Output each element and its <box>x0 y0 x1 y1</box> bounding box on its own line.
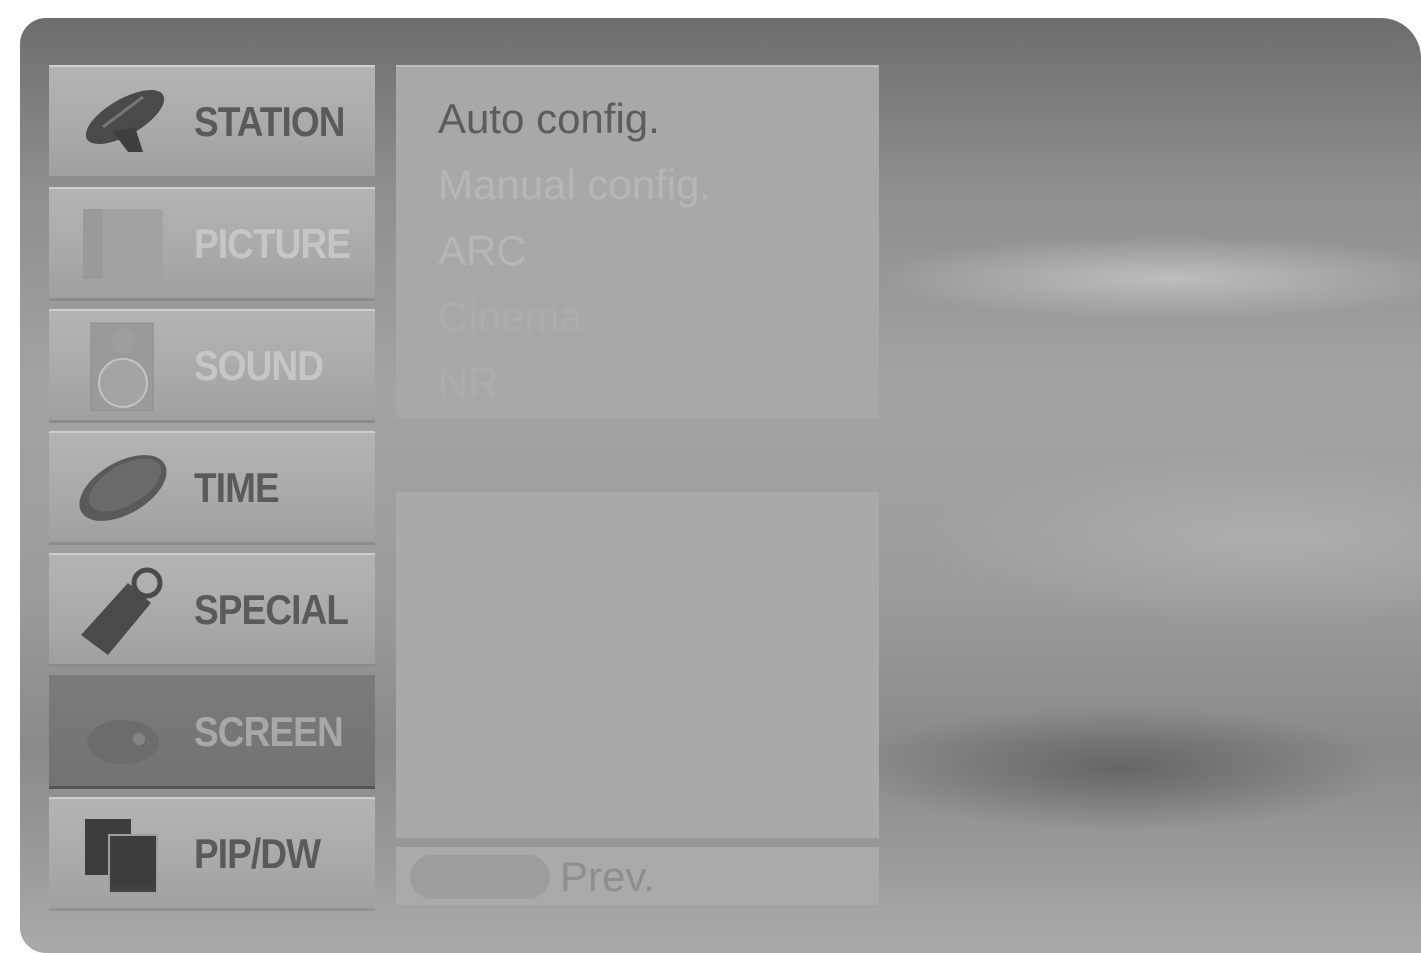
prev-label: Prev. <box>560 853 655 900</box>
prev-button[interactable] <box>410 855 550 899</box>
clock-icon <box>79 455 167 521</box>
menu-item-special[interactable]: SPECIAL <box>49 553 375 667</box>
footer-bar: Prev. <box>396 847 879 905</box>
submenu-item-auto-config[interactable]: Auto config. <box>438 95 660 143</box>
picture-icon <box>83 209 163 279</box>
submenu-item-cinema[interactable]: Cinema <box>438 293 583 341</box>
menu-item-screen[interactable]: SCREEN <box>49 675 375 789</box>
special-tag-icon <box>81 567 163 655</box>
menu-item-label: PICTURE <box>194 220 351 267</box>
menu-item-label: SPECIAL <box>194 586 349 633</box>
menu-item-label: SCREEN <box>194 708 344 755</box>
satellite-dish-icon <box>85 90 165 152</box>
menu-item-picture[interactable]: PICTURE <box>49 187 375 301</box>
info-panel <box>396 492 879 838</box>
submenu-item-manual-config[interactable]: Manual config. <box>438 161 711 209</box>
screen-icon <box>87 720 159 764</box>
menu-item-pip[interactable]: PIP/DW <box>49 797 375 911</box>
submenu-item-nr[interactable]: NR <box>438 359 499 407</box>
submenu-panel: Auto config. Manual config. ARC Cinema N… <box>396 65 879 418</box>
menu-item-label: PIP/DW <box>194 830 321 877</box>
osd-screen: STATION PICTURE SOUND TIME SPECIAL SCREE… <box>20 18 1421 953</box>
submenu-item-arc[interactable]: ARC <box>438 227 527 275</box>
menu-item-station[interactable]: STATION <box>49 65 375 179</box>
speaker-icon <box>90 322 154 411</box>
main-menu: STATION PICTURE SOUND TIME SPECIAL SCREE… <box>49 65 375 919</box>
menu-item-label: SOUND <box>194 342 324 389</box>
pip-icon <box>85 819 158 894</box>
menu-item-label: STATION <box>194 98 345 145</box>
menu-item-time[interactable]: TIME <box>49 431 375 545</box>
menu-item-sound[interactable]: SOUND <box>49 309 375 423</box>
menu-item-label: TIME <box>194 464 280 511</box>
